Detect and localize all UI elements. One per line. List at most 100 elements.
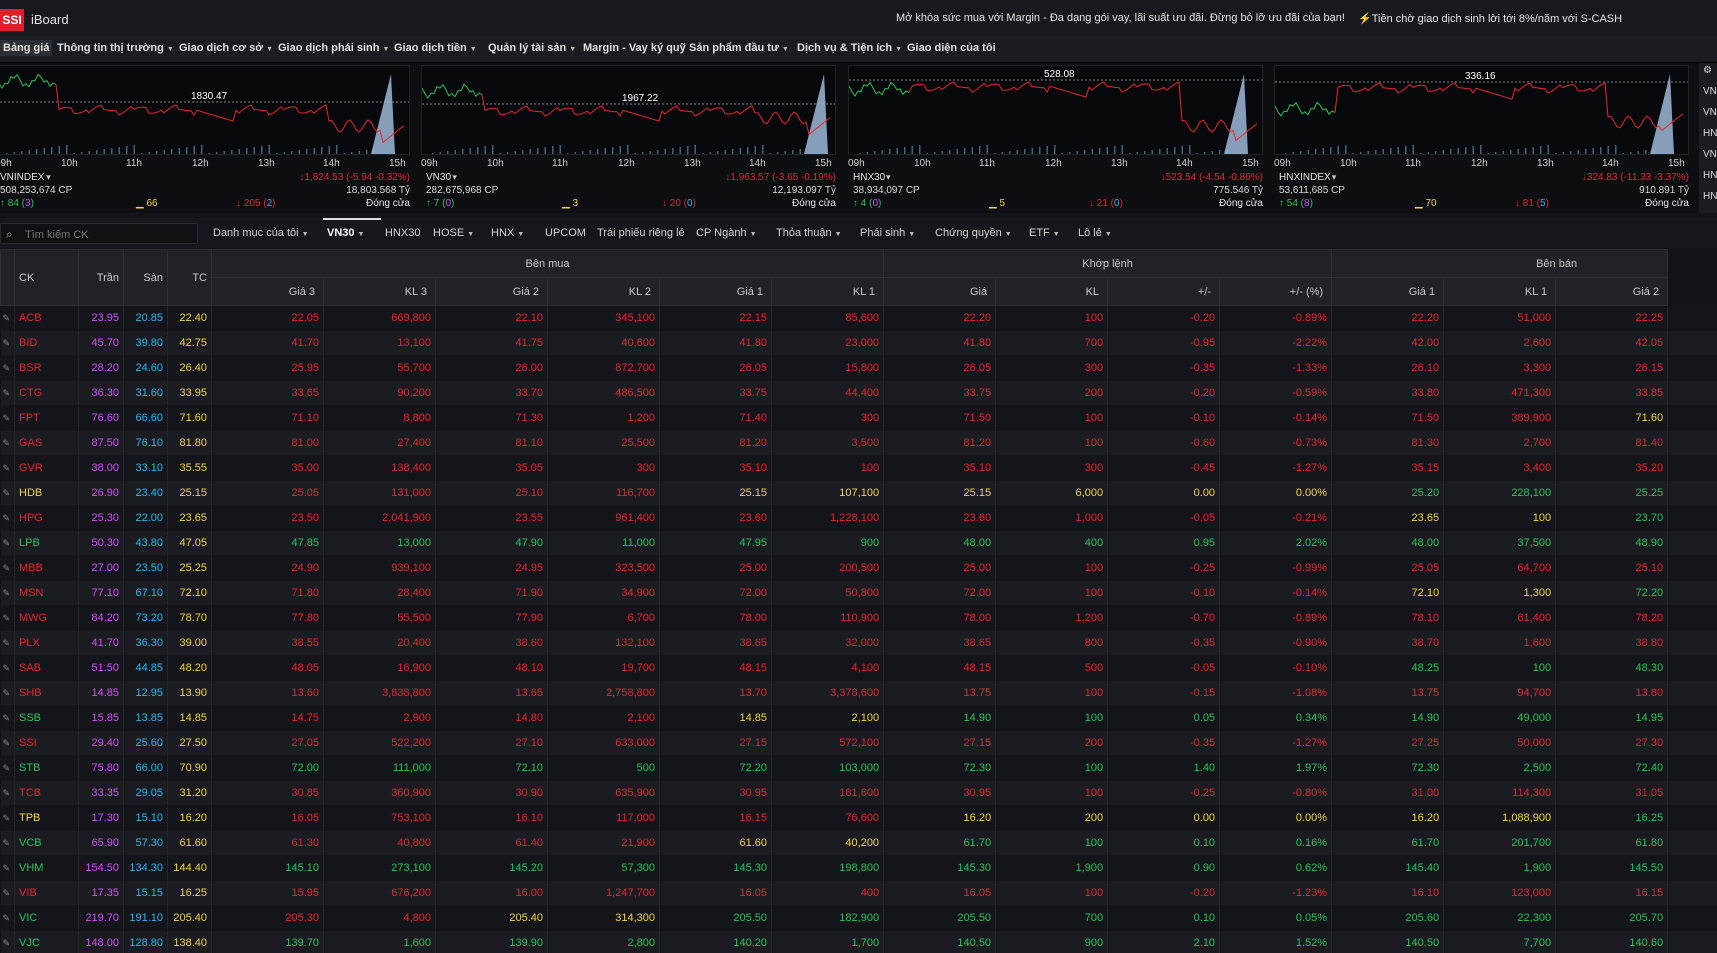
index-intraday-chart[interactable]: 336.16 [1274,65,1689,155]
header-ck[interactable]: CK [14,249,79,306]
menu-item-3[interactable]: Giao dịch phái sinh ▼ [278,42,389,54]
table-row[interactable]: ✎ VJC 148.00 128.80 138.40 139.70 1,600 139.90 2… [0,930,1717,953]
side-index-tab[interactable]: VN [1703,149,1717,160]
stock-symbol[interactable]: GAS [14,430,79,456]
table-row[interactable]: ✎ MBB 27.00 23.50 25.25 24.90 939,100 24.95 323,… [0,555,1717,581]
index-name[interactable]: HNXINDEX [1279,172,1331,183]
tab-0[interactable]: Danh mục của tôi ▼ [213,227,309,239]
table-row[interactable]: ✎ STB 75.80 66.00 70.90 72.00 111,000 72.10 500 7… [0,755,1717,781]
pin-icon[interactable]: ✎ [0,380,15,406]
pin-icon[interactable]: ✎ [0,430,15,456]
pin-icon[interactable]: ✎ [0,930,15,953]
tab-5[interactable]: UPCOM [545,227,586,239]
side-index-tab[interactable]: VN [1703,107,1717,118]
stock-symbol[interactable]: VIC [14,905,79,931]
table-row[interactable]: ✎ BID 45.70 39.80 42.75 41.70 13,100 41.75 40,60… [0,330,1717,356]
tab-7[interactable]: CP Ngành ▼ [696,227,757,239]
stock-symbol[interactable]: HPG [14,505,79,531]
stock-symbol[interactable]: TPB [14,805,79,831]
pin-icon[interactable]: ✎ [0,830,15,856]
pin-icon[interactable]: ✎ [0,705,15,731]
ssi-logo[interactable]: SSI [0,9,24,31]
stock-symbol[interactable]: MSN [14,580,79,606]
stock-symbol[interactable]: SAB [14,655,79,681]
tab-12[interactable]: Lô lẻ ▼ [1078,227,1112,239]
table-row[interactable]: ✎ SSB 15.85 13.85 14.85 14.75 2,900 14.80 2,100 1… [0,705,1717,731]
table-row[interactable]: ✎ VIC 219.70 191.10 205.40 205.30 4,800 205.40 3… [0,905,1717,931]
stock-symbol[interactable]: HDB [14,480,79,506]
stock-symbol[interactable]: SHB [14,680,79,706]
margin-promo-link[interactable]: Mở khóa sức mua với Margin - Đa dạng gói… [896,12,1345,24]
stock-symbol[interactable]: MWG [14,605,79,631]
stock-symbol[interactable]: TCB [14,780,79,806]
tab-3[interactable]: HOSE ▼ [433,227,474,239]
index-intraday-chart[interactable]: 1830.47 [0,65,410,155]
table-row[interactable]: ✎ SHB 14.85 12.95 13.90 13.60 3,838,800 13.65 2,… [0,680,1717,706]
menu-item-1[interactable]: Thông tin thị trường ▼ [57,42,174,54]
stock-symbol[interactable]: SSB [14,705,79,731]
table-row[interactable]: ✎ HPG 25.30 22.00 23.65 23.50 2,041,900 23.55 96… [0,505,1717,531]
table-row[interactable]: ✎ BSR 28.20 24.60 26.40 25.95 55,700 26.00 872,7… [0,355,1717,381]
pin-icon[interactable]: ✎ [0,580,15,606]
tab-2[interactable]: HNX30 [385,227,420,239]
pin-icon[interactable]: ✎ [0,455,15,481]
pin-icon[interactable]: ✎ [0,405,15,431]
table-row[interactable]: ✎ GVR 38.00 33.10 35.55 35.00 138,400 35.05 300 3… [0,455,1717,481]
stock-symbol[interactable]: FPT [14,405,79,431]
tab-4[interactable]: HNX ▼ [491,227,524,239]
table-row[interactable]: ✎ VCB 65.90 57.30 61.60 61.30 40,800 61.40 21,90… [0,830,1717,856]
index-name[interactable]: VN30 [426,172,451,183]
menu-item-7[interactable]: Sản phẩm đầu tư ▼ [689,42,789,54]
pin-icon[interactable]: ✎ [0,505,15,531]
menu-item-4[interactable]: Giao dịch tiền ▼ [394,42,477,54]
table-row[interactable]: ✎ MWG 84.20 73.20 78.70 77.80 55,500 77.90 6,700… [0,605,1717,631]
side-index-tab[interactable]: VN [1703,86,1717,97]
pin-icon[interactable]: ✎ [0,905,15,931]
table-row[interactable]: ✎ ACB 23.95 20.85 22.40 22.05 669,800 22.10 345,… [0,305,1717,331]
tab-1[interactable]: VN30 ▼ [327,227,364,239]
menu-item-6[interactable]: Margin - Vay ký quỹ [583,42,686,54]
stock-symbol[interactable]: LPB [14,530,79,556]
table-row[interactable]: ✎ MSN 77.10 67.10 72.10 71.80 28,400 71.90 34,90… [0,580,1717,606]
pin-icon[interactable]: ✎ [0,805,15,831]
tab-11[interactable]: ETF ▼ [1029,227,1060,239]
stock-symbol[interactable]: BID [14,330,79,356]
stock-symbol[interactable]: SSI [14,730,79,756]
pin-icon[interactable]: ✎ [0,630,15,656]
table-row[interactable]: ✎ CTG 36.30 31.60 33.95 33.65 90,200 33.70 486,5… [0,380,1717,406]
table-row[interactable]: ✎ TCB 33.35 29.05 31.20 30.85 360,900 30.90 635,… [0,780,1717,806]
search-input[interactable] [23,226,197,243]
pin-icon[interactable]: ✎ [0,480,15,506]
pin-icon[interactable]: ✎ [0,855,15,881]
pin-icon[interactable]: ✎ [0,555,15,581]
table-row[interactable]: ✎ SAB 51.50 44.85 48.20 48.05 16,900 48.10 19,70… [0,655,1717,681]
stock-symbol[interactable]: GVR [14,455,79,481]
table-row[interactable]: ✎ GAS 87.50 76.10 81.80 81.00 27,400 81.10 25,50… [0,430,1717,456]
stock-symbol[interactable]: STB [14,755,79,781]
stock-search[interactable]: ⌕ [0,223,198,244]
pin-icon[interactable]: ✎ [0,880,15,906]
stock-symbol[interactable]: PLX [14,630,79,656]
index-panel-0[interactable]: 1830.4709h10h11h12h13h14h15hVNINDEX ▾↓1,… [0,65,410,213]
stock-symbol[interactable]: VCB [14,830,79,856]
pin-icon[interactable]: ✎ [0,605,15,631]
side-index-tab[interactable]: HN [1703,128,1717,139]
pin-icon[interactable]: ✎ [0,780,15,806]
pin-icon[interactable]: ✎ [0,680,15,706]
table-row[interactable]: ✎ SSI 29.40 25.60 27.50 27.05 522,200 27.10 633,… [0,730,1717,756]
pin-icon[interactable]: ✎ [0,305,15,331]
scash-promo-link[interactable]: ⚡Tiền chờ giao dịch sinh lời tới 8%/năm … [1358,12,1622,25]
menu-item-5[interactable]: Quản lý tài sản ▼ [488,42,576,54]
index-intraday-chart[interactable]: 1967.22 [421,65,836,155]
stock-symbol[interactable]: VJC [14,930,79,953]
pin-icon[interactable]: ✎ [0,530,15,556]
stock-symbol[interactable]: CTG [14,380,79,406]
menu-item-0[interactable]: Bảng giá [0,40,53,56]
tab-6[interactable]: Trái phiếu riêng lẻ [597,227,685,239]
index-name[interactable]: VNINDEX [0,172,44,183]
stock-symbol[interactable]: BSR [14,355,79,381]
tab-10[interactable]: Chứng quyền ▼ [935,227,1012,239]
table-row[interactable]: ✎ HDB 26.90 23.40 25.15 25.05 131,000 25.10 116,… [0,480,1717,506]
menu-item-2[interactable]: Giao dịch cơ sở ▼ [179,42,273,54]
pin-icon[interactable]: ✎ [0,330,15,356]
